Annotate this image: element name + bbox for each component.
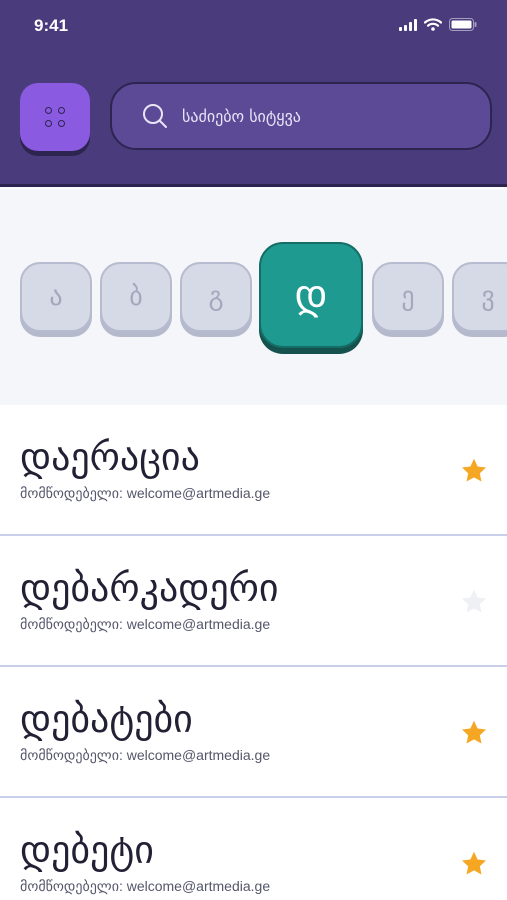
grid-dots-icon bbox=[45, 107, 65, 127]
star-icon[interactable] bbox=[460, 588, 488, 616]
word-author: მომწოდებელი: welcome@artmedia.ge bbox=[20, 878, 271, 894]
word-title: დაერაცია bbox=[20, 435, 200, 479]
word-title: დებატები bbox=[20, 697, 193, 741]
word-title: დებარკადერი bbox=[20, 566, 279, 610]
status-time: 9:41 bbox=[34, 16, 69, 35]
status-bar: 9:41 bbox=[0, 0, 507, 56]
battery-icon bbox=[449, 18, 477, 31]
word-title: დებეტი bbox=[20, 828, 154, 872]
word-list-item[interactable]: დებეტი მომწოდებელი: welcome@artmedia.ge bbox=[0, 798, 507, 900]
wifi-icon bbox=[424, 18, 442, 31]
star-icon[interactable] bbox=[460, 457, 488, 485]
letter-tile[interactable]: ბ bbox=[100, 262, 172, 332]
search-icon bbox=[143, 104, 167, 128]
word-list-item[interactable]: დებატები მომწოდებელი: welcome@artmedia.g… bbox=[0, 667, 507, 798]
word-list: დაერაცია მომწოდებელი: welcome@artmedia.g… bbox=[0, 405, 507, 900]
search-bar[interactable] bbox=[110, 82, 492, 150]
app-header: 9:41 bbox=[0, 0, 507, 187]
letter-tile[interactable]: ვ bbox=[452, 262, 507, 332]
status-icons bbox=[399, 18, 477, 31]
word-list-item[interactable]: დაერაცია მომწოდებელი: welcome@artmedia.g… bbox=[0, 405, 507, 536]
letter-tile[interactable]: ე bbox=[372, 262, 444, 332]
word-author: მომწოდებელი: welcome@artmedia.ge bbox=[20, 747, 271, 763]
word-list-item[interactable]: დებარკადერი მომწოდებელი: welcome@artmedi… bbox=[0, 536, 507, 667]
letter-tile[interactable]: ა bbox=[20, 262, 92, 332]
word-author: მომწოდებელი: welcome@artmedia.ge bbox=[20, 616, 271, 632]
star-icon[interactable] bbox=[460, 850, 488, 878]
star-icon[interactable] bbox=[460, 719, 488, 747]
menu-button[interactable] bbox=[20, 83, 90, 151]
search-input[interactable] bbox=[182, 106, 490, 126]
word-author: მომწოდებელი: welcome@artmedia.ge bbox=[20, 485, 271, 501]
alphabet-selector: ა ბ გ დ ე ვ bbox=[0, 190, 507, 405]
cellular-signal-icon bbox=[399, 18, 417, 31]
letter-tile[interactable]: გ bbox=[180, 262, 252, 332]
letter-tile-active[interactable]: დ bbox=[259, 242, 363, 348]
